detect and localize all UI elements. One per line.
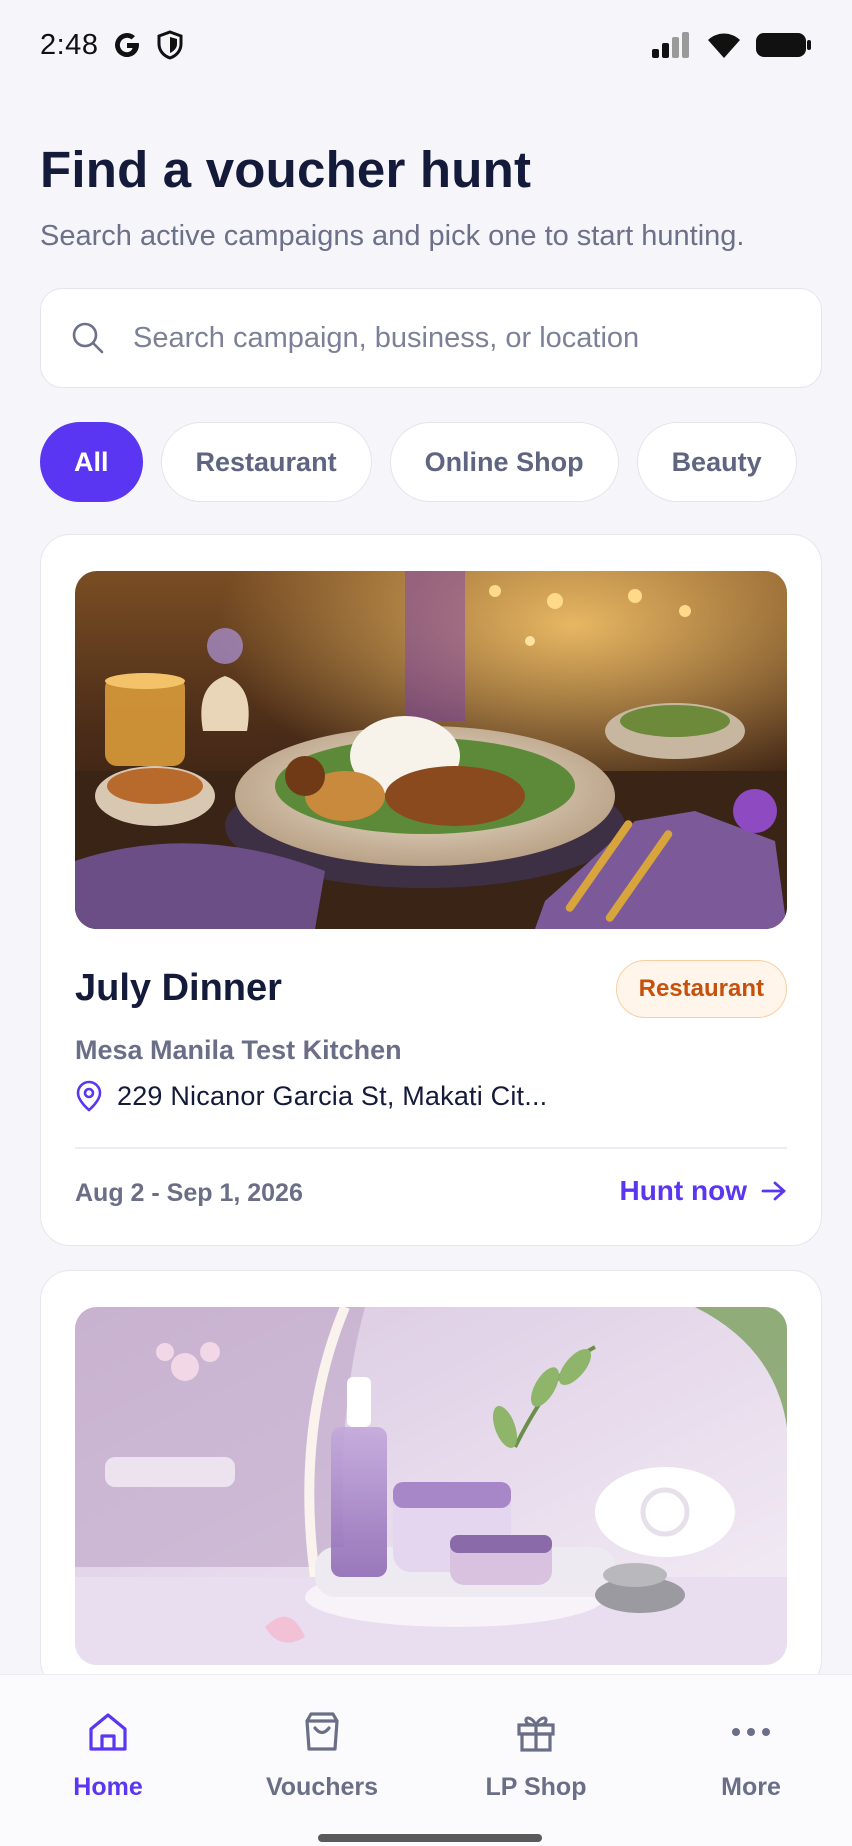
category-badge: Restaurant — [615, 960, 787, 1018]
gift-icon — [517, 1716, 555, 1752]
card-divider — [75, 1147, 787, 1149]
nav-item-lp-shop[interactable]: LP Shop — [451, 1709, 621, 1802]
campaign-title: July Dinner — [75, 967, 282, 1009]
bag-icon — [305, 1712, 339, 1751]
more-dots-icon — [732, 1728, 770, 1736]
bottom-nav: Home Vouchers LP Shop More — [0, 1674, 852, 1846]
filter-chip-all[interactable]: All — [40, 422, 143, 502]
nav-label-home: Home — [73, 1773, 143, 1801]
hunt-now-label: Hunt now — [619, 1175, 747, 1206]
page-subtitle: Search active campaigns and pick one to … — [40, 220, 745, 252]
business-name: Mesa Manila Test Kitchen — [75, 1035, 402, 1065]
status-bar: 2:48 — [0, 0, 852, 90]
hunt-now-button[interactable]: Hunt now — [619, 1175, 787, 1207]
filter-chips: All Restaurant Online Shop Beauty — [40, 422, 797, 502]
nav-item-home[interactable]: Home — [23, 1709, 193, 1802]
filter-chip-online-shop[interactable]: Online Shop — [389, 422, 619, 502]
location-pin-icon — [76, 1080, 102, 1112]
nav-item-vouchers[interactable]: Vouchers — [237, 1709, 407, 1802]
shield-icon — [157, 30, 183, 60]
status-time: 2:48 — [40, 28, 99, 61]
nav-item-more[interactable]: More — [666, 1709, 836, 1802]
page-title: Find a voucher hunt — [40, 141, 532, 198]
filter-chip-beauty[interactable]: Beauty — [636, 422, 797, 502]
home-icon — [89, 1713, 127, 1751]
battery-icon — [756, 33, 811, 57]
search-icon — [72, 322, 104, 354]
location-text: 229 Nicanor Garcia St, Makati Cit... — [117, 1080, 548, 1111]
date-range: Aug 2 - Sep 1, 2026 — [75, 1179, 303, 1207]
location-row: 229 Nicanor Garcia St, Makati Cit... — [75, 1080, 547, 1112]
search-box[interactable] — [40, 288, 822, 388]
google-icon — [115, 33, 140, 58]
nav-label-more: More — [721, 1773, 781, 1801]
campaign-card[interactable] — [40, 1270, 822, 1690]
arrow-right-icon — [761, 1181, 786, 1201]
signal-icon — [652, 32, 689, 58]
campaign-image-beauty — [75, 1307, 787, 1665]
search-input[interactable] — [133, 321, 791, 355]
filter-chip-restaurant[interactable]: Restaurant — [160, 422, 372, 502]
home-indicator — [318, 1834, 542, 1842]
wifi-icon — [708, 33, 740, 58]
nav-label-vouchers: Vouchers — [265, 1773, 379, 1801]
campaign-card[interactable]: July Dinner Restaurant Mesa Manila Test … — [40, 534, 822, 1246]
nav-label-lp-shop: LP Shop — [485, 1773, 587, 1801]
campaign-image-restaurant — [75, 571, 787, 929]
